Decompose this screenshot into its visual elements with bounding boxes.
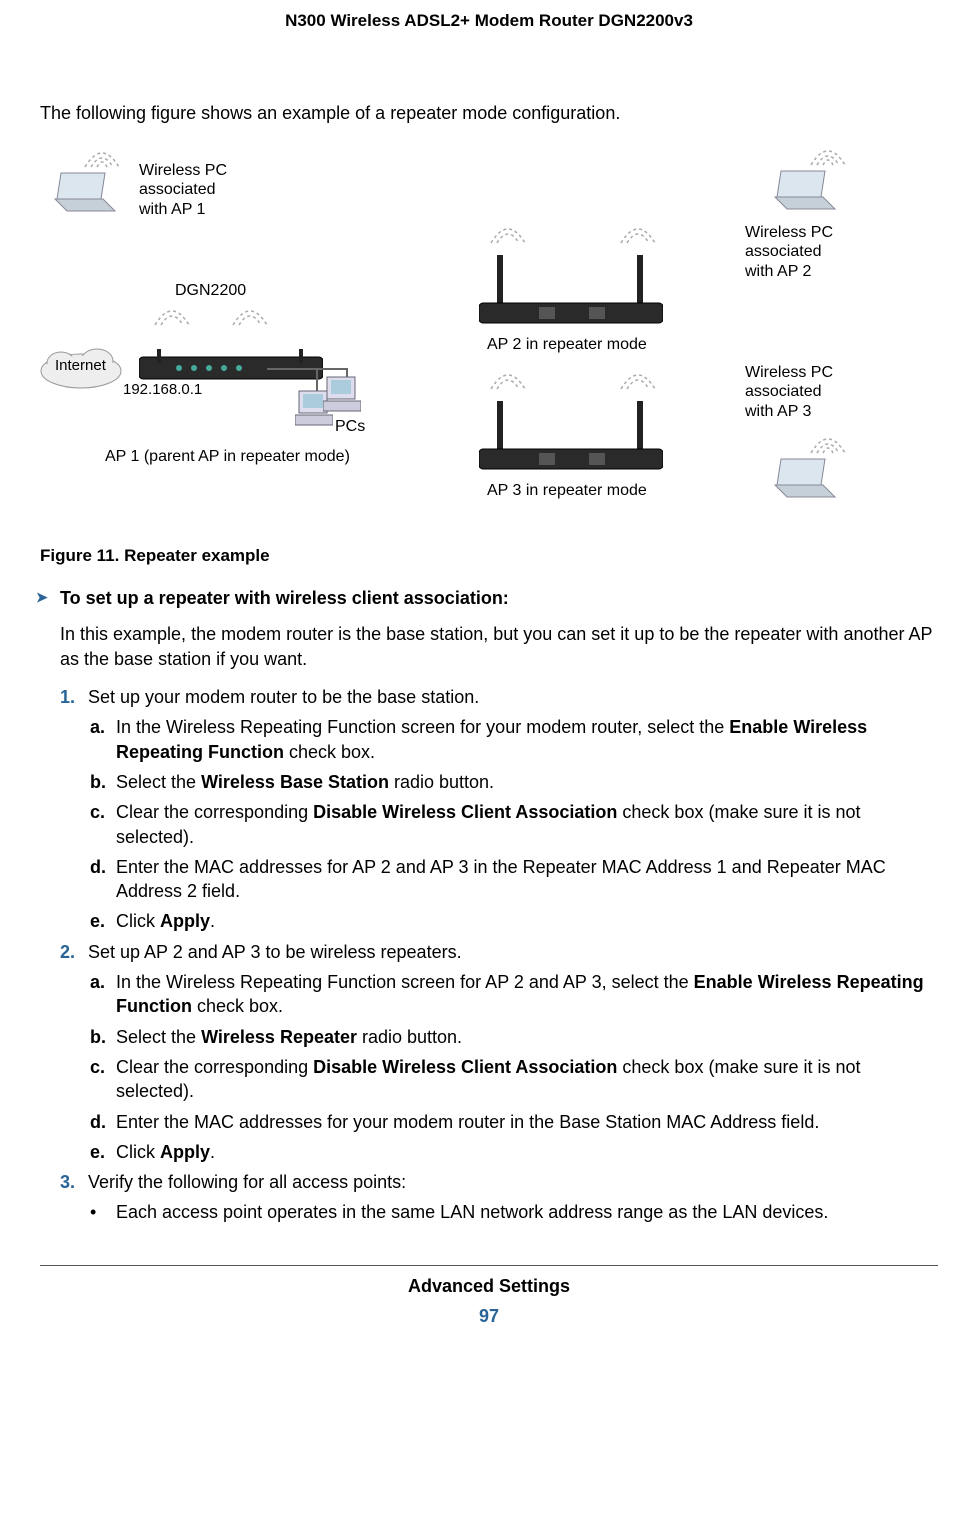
substep-label: d. xyxy=(90,1110,116,1134)
dgn-label: DGN2200 xyxy=(175,281,246,300)
step-3: 3. Verify the following for all access p… xyxy=(60,1170,938,1194)
substep-label: b. xyxy=(90,1025,116,1049)
step-2: 2. Set up AP 2 and AP 3 to be wireless r… xyxy=(60,940,938,964)
pc-ap2-label: Wireless PC associated with AP 2 xyxy=(745,223,833,281)
bullet-item: • Each access point operates in the same… xyxy=(90,1200,938,1224)
substep-1d: d. Enter the MAC addresses for AP 2 and … xyxy=(90,855,938,904)
substep-label: e. xyxy=(90,909,116,933)
procedure-heading: To set up a repeater with wireless clien… xyxy=(40,586,938,610)
pc-ap3-label: Wireless PC associated with AP 3 xyxy=(745,363,833,421)
internet-label: Internet xyxy=(55,357,106,375)
substep-label: a. xyxy=(90,715,116,764)
substep-2c: c. Clear the corresponding Disable Wirel… xyxy=(90,1055,938,1104)
ap3-label: AP 3 in repeater mode xyxy=(487,481,647,500)
pc-icon xyxy=(323,375,361,420)
repeater-diagram: Wireless PC associated with AP 1 Wireles… xyxy=(49,145,929,535)
router-icon xyxy=(479,255,663,334)
substep-text: Enter the MAC addresses for AP 2 and AP … xyxy=(116,855,938,904)
substep-label: a. xyxy=(90,970,116,1019)
substep-text: Select the Wireless Repeater radio butto… xyxy=(116,1025,938,1049)
step-text: Set up your modem router to be the base … xyxy=(88,685,938,709)
substep-label: c. xyxy=(90,1055,116,1104)
ip-label: 192.168.0.1 xyxy=(123,381,202,399)
wave-icon xyxy=(615,367,661,401)
step-text: Set up AP 2 and AP 3 to be wireless repe… xyxy=(88,940,938,964)
substep-text: Select the Wireless Base Station radio b… xyxy=(116,770,938,794)
wave-icon xyxy=(485,221,531,255)
step-number: 2. xyxy=(60,940,88,964)
pc-ap1-label: Wireless PC associated with AP 1 xyxy=(139,161,227,219)
step-number: 1. xyxy=(60,685,88,709)
laptop-icon xyxy=(769,167,837,222)
step-1: 1. Set up your modem router to be the ba… xyxy=(60,685,938,709)
substep-label: c. xyxy=(90,800,116,849)
figure-caption: Figure 11. Repeater example xyxy=(40,545,938,568)
page-number: 97 xyxy=(40,1304,938,1328)
substep-text: Enter the MAC addresses for your modem r… xyxy=(116,1110,938,1134)
router-icon xyxy=(479,401,663,480)
procedure-intro: In this example, the modem router is the… xyxy=(60,622,938,671)
footer-section: Advanced Settings xyxy=(40,1265,938,1298)
substep-text: In the Wireless Repeating Function scree… xyxy=(116,970,938,1019)
page-header: N300 Wireless ADSL2+ Modem Router DGN220… xyxy=(40,10,938,41)
substep-2e: e. Click Apply. xyxy=(90,1140,938,1164)
laptop-icon xyxy=(769,455,837,510)
ap2-label: AP 2 in repeater mode xyxy=(487,335,647,354)
substep-label: e. xyxy=(90,1140,116,1164)
substep-1b: b. Select the Wireless Base Station radi… xyxy=(90,770,938,794)
substep-text: Click Apply. xyxy=(116,909,938,933)
intro-text: The following figure shows an example of… xyxy=(40,101,938,125)
substep-1a: a. In the Wireless Repeating Function sc… xyxy=(90,715,938,764)
step-text: Verify the following for all access poin… xyxy=(88,1170,938,1194)
wave-icon xyxy=(149,303,195,337)
wave-icon xyxy=(485,367,531,401)
ap1-label: AP 1 (parent AP in repeater mode) xyxy=(105,447,350,466)
substep-2b: b. Select the Wireless Repeater radio bu… xyxy=(90,1025,938,1049)
substep-1c: c. Clear the corresponding Disable Wirel… xyxy=(90,800,938,849)
substep-label: d. xyxy=(90,855,116,904)
wave-icon xyxy=(615,221,661,255)
wave-icon xyxy=(227,303,273,337)
bullet-icon: • xyxy=(90,1200,116,1224)
substep-text: Clear the corresponding Disable Wireless… xyxy=(116,800,938,849)
substep-text: In the Wireless Repeating Function scree… xyxy=(116,715,938,764)
substep-2d: d. Enter the MAC addresses for your mode… xyxy=(90,1110,938,1134)
substep-text: Clear the corresponding Disable Wireless… xyxy=(116,1055,938,1104)
pcs-label: PCs xyxy=(335,417,365,436)
step-number: 3. xyxy=(60,1170,88,1194)
bullet-text: Each access point operates in the same L… xyxy=(116,1200,938,1224)
substep-1e: e. Click Apply. xyxy=(90,909,938,933)
substep-2a: a. In the Wireless Repeating Function sc… xyxy=(90,970,938,1019)
substep-label: b. xyxy=(90,770,116,794)
laptop-icon xyxy=(49,169,117,224)
substep-text: Click Apply. xyxy=(116,1140,938,1164)
